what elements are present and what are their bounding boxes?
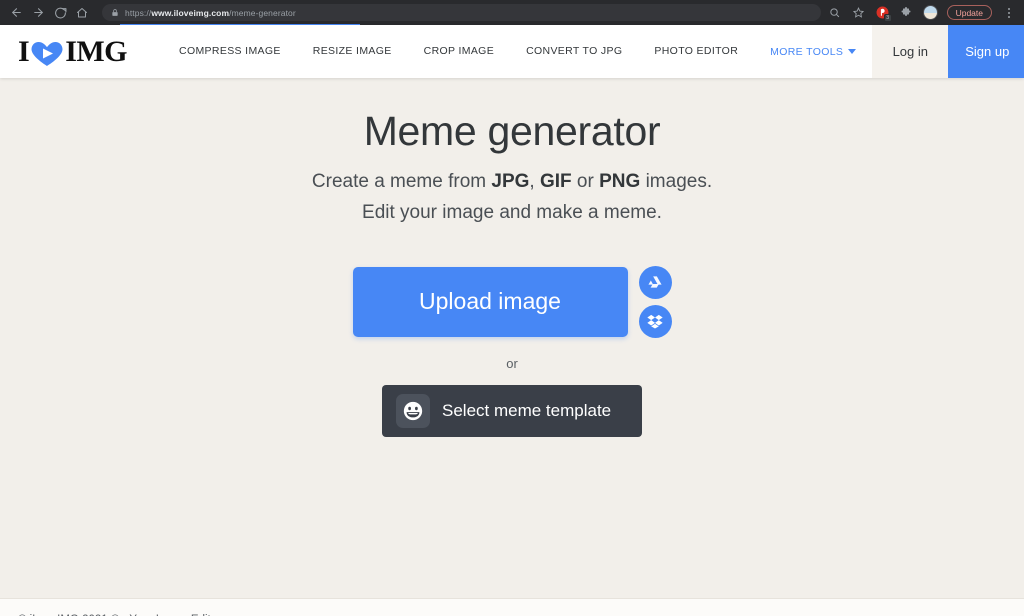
home-icon[interactable]: [72, 3, 92, 23]
reload-icon[interactable]: [50, 3, 70, 23]
profile-avatar-icon[interactable]: [922, 5, 938, 20]
dropbox-icon[interactable]: [638, 304, 672, 338]
page-subtitle: Create a meme from JPG, GIF or PNG image…: [312, 167, 712, 229]
auth-area: Log in Sign up: [872, 25, 1024, 78]
three-dot-menu-icon[interactable]: [1001, 5, 1016, 20]
subtitle-sep-2: or: [571, 171, 600, 192]
subtitle-suffix: images.: [640, 171, 713, 192]
forward-arrow-icon[interactable]: [28, 3, 48, 23]
nav-item-crop-image[interactable]: CROP IMAGE: [408, 25, 510, 78]
signup-button[interactable]: Sign up: [948, 25, 1024, 78]
format-gif: GIF: [539, 171, 572, 192]
browser-action-icons: 3 Update: [827, 5, 1018, 22]
update-button[interactable]: Update: [946, 5, 992, 20]
address-bar[interactable]: https://www.iloveimg.com/meme-generator: [102, 4, 821, 21]
select-meme-template-button[interactable]: Select meme template: [382, 384, 642, 437]
nav-item-more-tools-label: MORE TOOLS: [770, 45, 844, 58]
page-title: Meme generator: [363, 108, 661, 154]
grinning-face-icon: [396, 393, 430, 428]
main-navigation: COMPRESS IMAGE RESIZE IMAGE CROP IMAGE C…: [127, 25, 872, 78]
or-separator: or: [506, 355, 518, 371]
search-zoom-icon[interactable]: [827, 5, 842, 20]
subtitle-sep-1: ,: [529, 171, 540, 192]
nav-item-more-tools[interactable]: MORE TOOLS: [754, 46, 872, 58]
subtitle-line-2: Edit your image and make a meme.: [362, 201, 662, 223]
upload-image-button[interactable]: Upload image: [352, 266, 628, 337]
select-meme-template-label: Select meme template: [442, 400, 612, 420]
lock-icon: [111, 8, 119, 17]
subtitle-prefix: Create a meme from: [311, 171, 492, 192]
cloud-upload-buttons: [638, 265, 672, 338]
format-png: PNG: [599, 171, 641, 192]
site-footer: © iLoveIMG 2021 ® - Your Image Editor: [0, 598, 1024, 616]
nav-item-photo-editor[interactable]: PHOTO EDITOR: [638, 25, 754, 78]
heart-play-logo-icon: [30, 37, 64, 67]
browser-toolbar: https://www.iloveimg.com/meme-generator …: [0, 0, 1024, 26]
nav-item-resize-image[interactable]: RESIZE IMAGE: [297, 25, 408, 78]
login-button[interactable]: Log in: [872, 25, 949, 78]
upload-row: Upload image: [352, 265, 672, 338]
site-header: I IMG COMPRESS IMAGE RESIZE IMAGE CROP I…: [0, 25, 1024, 78]
chevron-down-icon: [848, 49, 857, 54]
notification-count: 3: [883, 14, 892, 22]
google-drive-icon[interactable]: [638, 265, 672, 299]
nav-item-convert-to-jpg[interactable]: CONVERT TO JPG: [510, 25, 638, 78]
back-arrow-icon[interactable]: [6, 3, 26, 23]
site-logo[interactable]: I IMG: [0, 25, 128, 78]
star-bookmark-icon[interactable]: [851, 5, 866, 20]
puzzle-extensions-icon[interactable]: [899, 5, 914, 20]
format-jpg: JPG: [491, 171, 530, 192]
notification-badge-icon[interactable]: 3: [875, 5, 892, 22]
nav-item-compress-image[interactable]: COMPRESS IMAGE: [163, 25, 297, 78]
subtitle-line-1: Create a meme from JPG, GIF or PNG image…: [312, 167, 712, 198]
logo-text-left: I: [18, 34, 30, 68]
url-text: https://www.iloveimg.com/meme-generator: [125, 7, 296, 18]
logo-text-right: IMG: [65, 34, 128, 68]
main-content: Meme generator Create a meme from JPG, G…: [0, 78, 1024, 598]
